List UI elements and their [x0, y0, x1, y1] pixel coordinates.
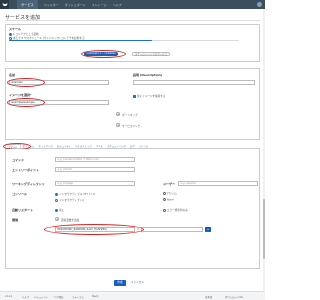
entrypoint-label: エントリーポイント: [12, 168, 40, 172]
name-label: 名前: [9, 73, 16, 77]
footer-bug[interactable]: バグ報告: [54, 295, 64, 299]
language-selector[interactable]: 日本語: [205, 295, 212, 299]
footer-slack[interactable]: Slack: [92, 295, 98, 298]
console-option-i[interactable]: インタラクティブ (-i): [55, 198, 84, 202]
tab-security[interactable]: セキュリティ: [55, 144, 73, 148]
add-link-button[interactable]: +: [116, 123, 120, 127]
add-env-label: 環境変数を追加: [61, 219, 80, 222]
nav-item[interactable]: ストレージ: [92, 3, 107, 7]
tab-network[interactable]: ネットワーク: [36, 144, 54, 148]
footer-forum[interactable]: フォーラム: [72, 295, 84, 299]
image-label: イメージを選択*: [9, 93, 32, 97]
workdir-label: ワーキングディレクトリ: [12, 182, 45, 186]
cancel-button[interactable]: キャンセル: [131, 280, 144, 286]
radio-selected-icon[interactable]: [55, 192, 58, 196]
always-pull-checkbox[interactable]: 常にイメージを取得する: [133, 94, 165, 98]
description-label: 説明 (Description): [133, 73, 163, 77]
add-env-button[interactable]: +: [55, 217, 59, 221]
divider: [5, 20, 260, 21]
top-navigation-bar: サービス フィルター ダッシュボード ストレージ ヘルプ: [0, 0, 265, 9]
nav-item[interactable]: ヘルプ: [113, 3, 122, 7]
tab-healthcheck[interactable]: ヘルスチェック: [73, 144, 94, 148]
env-key-input[interactable]: PASSWORD_RANDOM_SALT_HASH(BK): [55, 227, 135, 232]
tab-command[interactable]: コマンド: [5, 144, 21, 149]
description-input[interactable]: [133, 80, 255, 85]
radio-selected-icon[interactable]: [55, 208, 58, 212]
env-value-input[interactable]: [141, 227, 203, 232]
environment-label: 環境: [12, 218, 19, 222]
autorestart-label: 自動リスタート: [12, 208, 34, 212]
footer-help[interactable]: ヘルプ: [22, 295, 29, 299]
nav-item[interactable]: ダッシュボード: [65, 3, 86, 7]
tab-resources[interactable]: リソース: [137, 144, 150, 148]
download-cli-link[interactable]: ダウンロードCLI: [225, 295, 243, 299]
service-link-label: サービスリンク: [122, 124, 141, 128]
console-option-t[interactable]: TTY (-t): [163, 192, 177, 196]
tab-labels[interactable]: ラベル: [94, 144, 105, 148]
command-label: コマンド: [12, 158, 25, 162]
create-button[interactable]: 作成: [114, 280, 126, 286]
radio-icon[interactable]: [163, 192, 166, 195]
console-label: コンソール: [12, 192, 28, 196]
port-map-label: ポートマップ: [122, 113, 138, 117]
scrollbar-thumb[interactable]: [263, 199, 265, 259]
remove-env-button[interactable]: [205, 227, 211, 232]
workdir-input[interactable]: e.g. /myapp: [55, 181, 135, 186]
restart-always-option[interactable]: 常に: [55, 208, 64, 212]
console-option-it[interactable]: インタラクティブ & TTY (-i -t): [55, 192, 95, 196]
restart-on-failure-option[interactable]: エラー発生時のみ: [163, 208, 188, 212]
logo[interactable]: [0, 0, 9, 9]
radio-icon[interactable]: [55, 198, 58, 202]
command-input[interactable]: e.g. /usr/sbin/httpd -f httpd.conf: [55, 157, 135, 162]
scale-panel: [5, 24, 260, 62]
tab-logs[interactable]: ログ: [128, 144, 137, 148]
tab-scheduling[interactable]: スケジューリング: [105, 144, 128, 148]
name-input[interactable]: example: [9, 80, 109, 85]
size-other-button[interactable]: スケール/ノードでのサービス: [132, 52, 170, 56]
user-input[interactable]: e.g. apache: [178, 181, 258, 186]
footer-docs[interactable]: ドキュメント: [34, 295, 48, 299]
radio-icon[interactable]: [163, 208, 166, 212]
size-selected-button[interactable]: containers 1 ~ container: [84, 52, 118, 56]
console-option-none[interactable]: None: [163, 198, 174, 202]
cow-logo-icon: [2, 3, 7, 6]
radio-icon[interactable]: [163, 198, 166, 201]
env-equals: =: [137, 228, 140, 231]
scale-slider[interactable]: [9, 40, 239, 42]
scale-slider-fill: [9, 40, 152, 42]
footer-version[interactable]: v1.x.x: [5, 295, 12, 298]
scale-label: スケール: [9, 27, 22, 31]
nav-tab-services[interactable]: サービス: [17, 0, 38, 9]
user-label: ユーザー: [163, 182, 175, 186]
entrypoint-input[interactable]: e.g. /bin/sh: [55, 167, 135, 172]
checkbox-checked-icon[interactable]: [133, 94, 136, 98]
minus-icon: [207, 229, 209, 230]
user-avatar[interactable]: [257, 2, 262, 7]
page-scrollbar[interactable]: [263, 9, 265, 291]
tab-volumes[interactable]: ボリューム: [21, 144, 37, 148]
nav-item[interactable]: フィルター: [44, 3, 59, 7]
image-input[interactable]: example/example: [9, 100, 109, 105]
add-port-button[interactable]: +: [116, 112, 120, 116]
footer: v1.x.x ヘルプ ドキュメント バグ報告 フォーラム Slack 日本語 ダ…: [0, 291, 265, 300]
